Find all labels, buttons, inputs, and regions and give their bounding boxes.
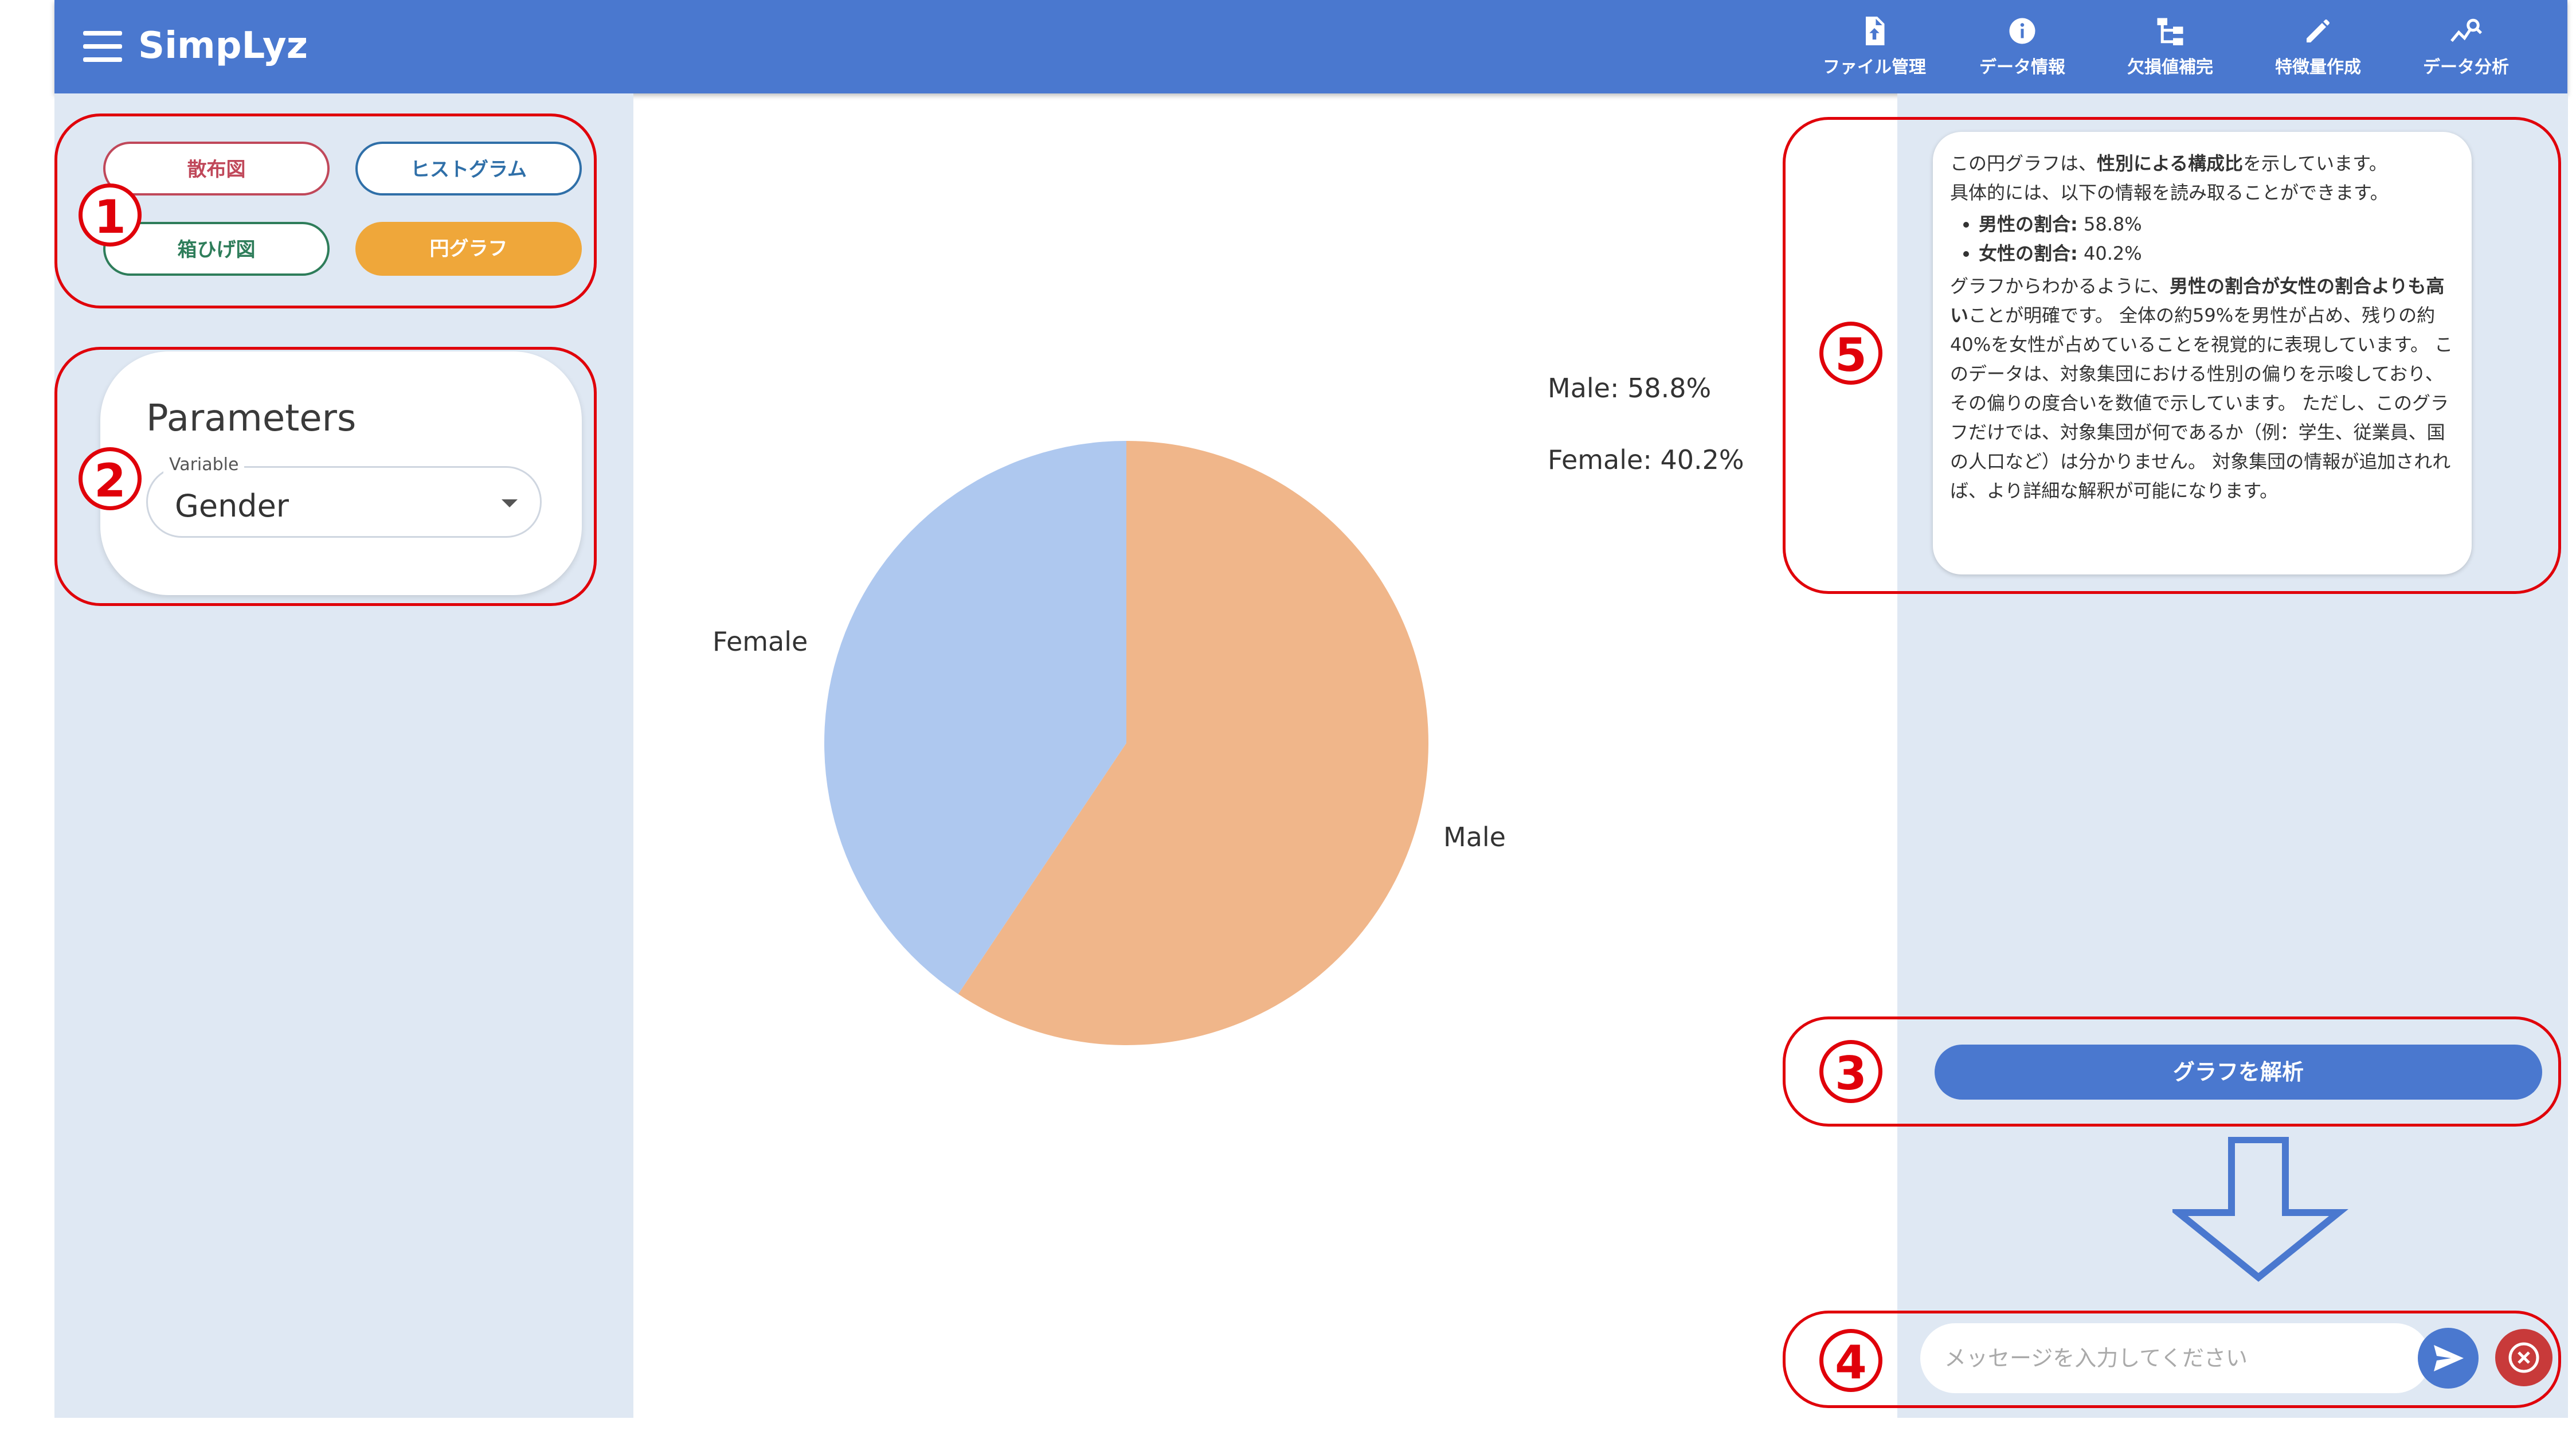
annotation-number-4: 4 bbox=[1819, 1329, 1882, 1392]
app-title: SimpLyz bbox=[138, 25, 308, 67]
nav-file-management[interactable]: ファイル管理 bbox=[1808, 14, 1940, 83]
nav-data-analysis[interactable]: データ分析 bbox=[2400, 14, 2532, 83]
annotation-number-1: 1 bbox=[79, 183, 142, 247]
nav-missing-value-label: 欠損値補完 bbox=[2127, 57, 2213, 77]
slice-label-female: Female bbox=[712, 626, 808, 657]
annotation-number-5: 5 bbox=[1819, 322, 1882, 385]
legend-male: Male: 58.8% bbox=[1548, 373, 1711, 404]
analytics-icon bbox=[2450, 18, 2483, 42]
down-arrow-icon bbox=[2172, 1137, 2348, 1282]
nav-data-info-label: データ情報 bbox=[1979, 57, 2065, 77]
nav-missing-value[interactable]: 欠損値補完 bbox=[2104, 14, 2236, 83]
nav-feature-creation-label: 特徴量作成 bbox=[2275, 57, 2361, 77]
annotation-box-4 bbox=[1783, 1311, 2561, 1408]
nav-file-management-label: ファイル管理 bbox=[1823, 57, 1926, 77]
slice-label-male: Male bbox=[1443, 822, 1506, 853]
annotation-number-2: 2 bbox=[79, 447, 142, 510]
tree-structure-icon bbox=[2157, 18, 2183, 45]
pie-chart: Male: 58.8% Female: 40.2% Female Male bbox=[712, 373, 1744, 1045]
pencil-icon bbox=[2307, 19, 2330, 42]
annotation-box-3 bbox=[1783, 1016, 2561, 1127]
legend-female: Female: 40.2% bbox=[1548, 444, 1744, 475]
annotation-box-5 bbox=[1783, 117, 2561, 594]
nav-feature-creation[interactable]: 特徴量作成 bbox=[2252, 14, 2384, 83]
app-bar: SimpLyz ファイル管理 データ情報 欠損値補完 特徴量作成 データ分析 bbox=[54, 0, 2567, 93]
annotation-number-3: 3 bbox=[1819, 1040, 1882, 1103]
nav-data-info[interactable]: データ情報 bbox=[1956, 14, 2088, 83]
nav-data-analysis-label: データ分析 bbox=[2423, 57, 2509, 77]
menu-icon[interactable] bbox=[83, 28, 122, 65]
file-upload-icon bbox=[1866, 17, 1885, 45]
info-icon bbox=[2009, 18, 2035, 44]
